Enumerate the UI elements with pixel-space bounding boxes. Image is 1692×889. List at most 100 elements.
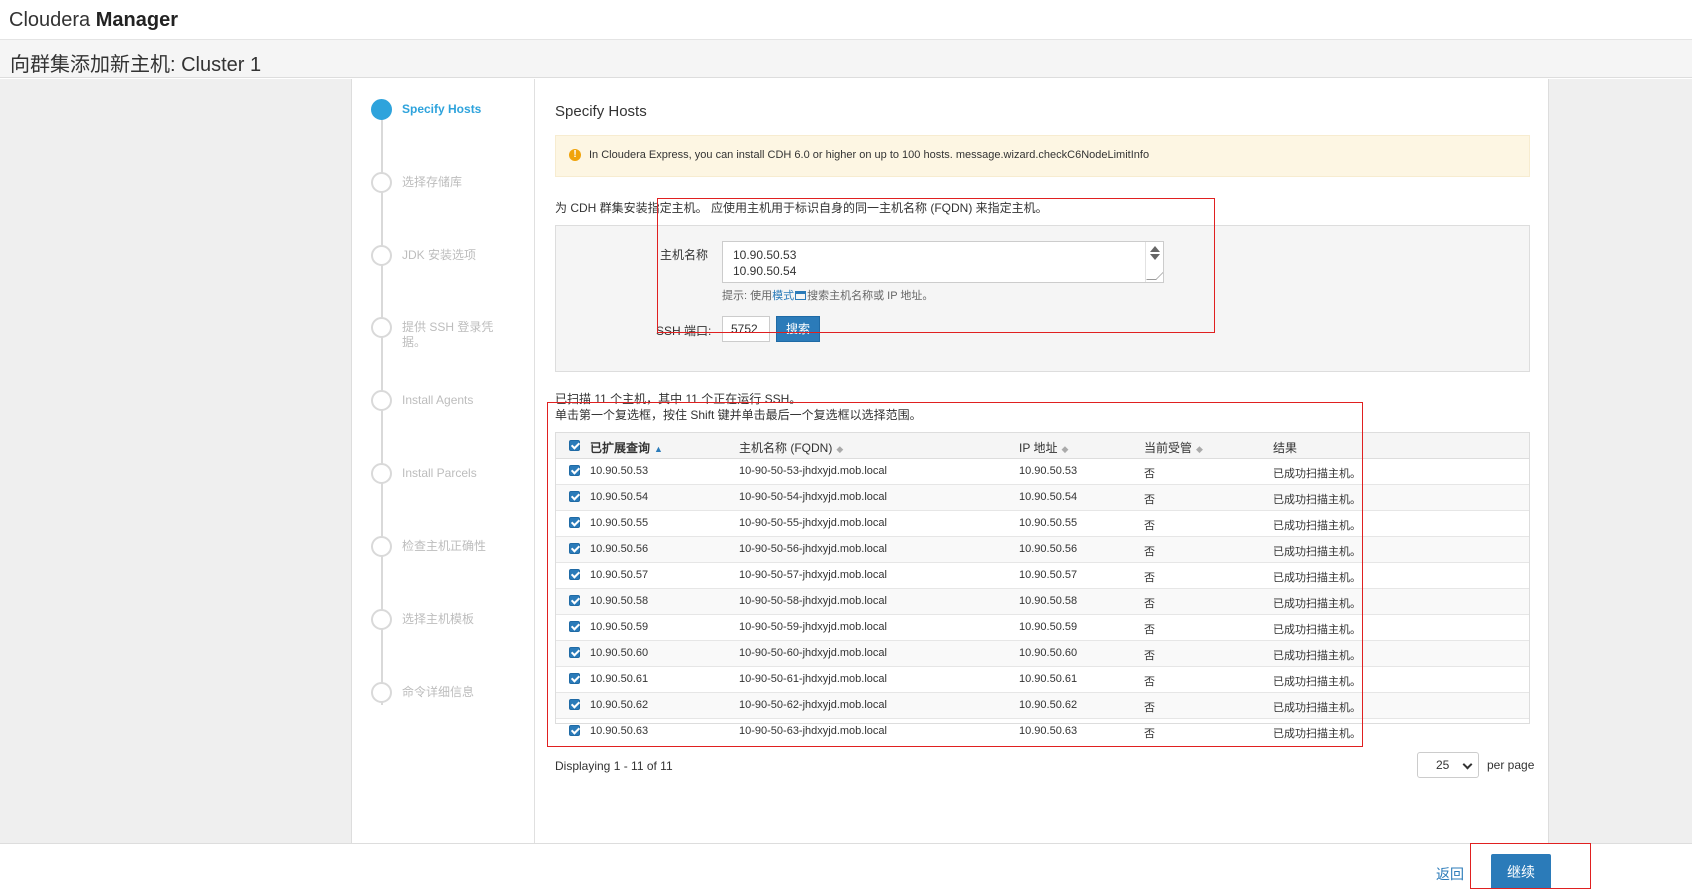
cell-query: 10.90.50.58 [590, 595, 649, 607]
cell-result: 已成功扫描主机。 [1273, 572, 1361, 584]
cell-result: 已成功扫描主机。 [1273, 702, 1361, 714]
col-fqdn[interactable]: 主机名称 (FQDN) ◆ [739, 439, 843, 456]
table-header: 已扩展查询 ▲ 主机名称 (FQDN) ◆ IP 地址 ◆ 当前受管 ◆ 结果 [556, 433, 1529, 459]
wizard-step[interactable]: Install Agents [371, 390, 531, 430]
scroll-down-icon[interactable] [1150, 254, 1160, 260]
step-label: Install Agents [402, 393, 474, 407]
table-row[interactable]: 10.90.50.63 10-90-50-63-jhdxyjd.mob.local… [556, 719, 1529, 745]
cell-result: 已成功扫描主机。 [1273, 494, 1361, 506]
intro-text: 为 CDH 群集安装指定主机。 应使用主机用于标识自身的同一主机名称 (FQDN… [555, 201, 1048, 215]
step-label: Specify Hosts [402, 102, 482, 116]
cell-query: 10.90.50.62 [590, 699, 649, 711]
row-checkbox[interactable] [569, 517, 580, 528]
cell-query: 10.90.50.53 [590, 465, 649, 477]
warning-icon: ! [569, 149, 581, 161]
cell-result: 已成功扫描主机。 [1273, 546, 1361, 558]
table-row[interactable]: 10.90.50.61 10-90-50-61-jhdxyjd.mob.local… [556, 667, 1529, 693]
ssh-port-input[interactable]: 5752 [722, 316, 770, 342]
cell-managed: 否 [1144, 624, 1155, 636]
table-row[interactable]: 10.90.50.55 10-90-50-55-jhdxyjd.mob.local… [556, 511, 1529, 537]
wizard-step[interactable]: Install Parcels [371, 463, 531, 503]
cell-query: 10.90.50.60 [590, 647, 649, 659]
window-icon[interactable] [795, 291, 807, 300]
row-checkbox[interactable] [569, 725, 580, 736]
table-row[interactable]: 10.90.50.56 10-90-50-56-jhdxyjd.mob.local… [556, 537, 1529, 563]
wizard-step[interactable]: JDK 安装选项 [371, 245, 531, 285]
row-checkbox[interactable] [569, 543, 580, 554]
displaying-count: Displaying 1 - 11 of 11 [555, 759, 673, 773]
step-label: 选择主机模板 [402, 612, 475, 626]
step-dot-icon [371, 99, 392, 120]
table-row[interactable]: 10.90.50.60 10-90-50-60-jhdxyjd.mob.local… [556, 641, 1529, 667]
hostname-line: 10.90.50.53 [733, 248, 797, 262]
wizard-step[interactable]: Specify Hosts [371, 99, 531, 139]
cell-query: 10.90.50.59 [590, 621, 649, 633]
pattern-link[interactable]: 模式 [772, 290, 794, 302]
cloudera-manager-logo[interactable]: Cloudera Manager [9, 9, 178, 32]
cell-result: 已成功扫描主机。 [1273, 468, 1361, 480]
cell-managed: 否 [1144, 572, 1155, 584]
cell-ip: 10.90.50.53 [1019, 465, 1078, 477]
cell-fqdn: 10-90-50-55-jhdxyjd.mob.local [739, 517, 887, 529]
cell-ip: 10.90.50.58 [1019, 595, 1078, 607]
title-bar: 向群集添加新主机: Cluster 1 [0, 40, 1692, 78]
scroll-up-icon[interactable] [1150, 246, 1160, 252]
hostnames-textarea[interactable]: 10.90.50.53 10.90.50.5410.90.50.55 [722, 241, 1164, 283]
table-row[interactable]: 10.90.50.58 10-90-50-58-jhdxyjd.mob.local… [556, 589, 1529, 615]
col-expanded-query[interactable]: 已扩展查询 ▲ [590, 439, 663, 456]
textarea-scrollbar[interactable] [1145, 242, 1163, 282]
table-row[interactable]: 10.90.50.53 10-90-50-53-jhdxyjd.mob.local… [556, 459, 1529, 485]
col-managed[interactable]: 当前受管 ◆ [1144, 439, 1203, 456]
cell-query: 10.90.50.61 [590, 673, 649, 685]
table-row[interactable]: 10.90.50.62 10-90-50-62-jhdxyjd.mob.local… [556, 693, 1529, 719]
step-label: JDK 安装选项 [402, 248, 477, 262]
page-title: 向群集添加新主机: Cluster 1 [10, 54, 262, 76]
row-checkbox[interactable] [569, 595, 580, 606]
cell-managed: 否 [1144, 728, 1155, 740]
cell-ip: 10.90.50.61 [1019, 673, 1078, 685]
search-button[interactable]: 搜索 [776, 316, 820, 342]
step-label: 提供 SSH 登录凭据。 [402, 320, 494, 349]
info-alert: ! In Cloudera Express, you can install C… [555, 135, 1530, 177]
row-checkbox[interactable] [569, 465, 580, 476]
row-checkbox[interactable] [569, 621, 580, 632]
row-checkbox[interactable] [569, 673, 580, 684]
host-search-form: 主机名称 10.90.50.53 10.90.50.5410.90.50.55 提… [555, 225, 1530, 372]
cell-query: 10.90.50.55 [590, 517, 649, 529]
sort-icon: ◆ [836, 444, 844, 454]
row-checkbox[interactable] [569, 699, 580, 710]
wizard-step[interactable]: 选择主机模板 [371, 609, 531, 649]
table-row[interactable]: 10.90.50.54 10-90-50-54-jhdxyjd.mob.local… [556, 485, 1529, 511]
cell-fqdn: 10-90-50-58-jhdxyjd.mob.local [739, 595, 887, 607]
wizard-steps: Specify Hosts 选择存储库 JDK 安装选项提供 SSH 登录凭据。 In… [352, 79, 535, 843]
cell-managed: 否 [1144, 676, 1155, 688]
cell-result: 已成功扫描主机。 [1273, 520, 1361, 532]
col-result: 结果 [1273, 441, 1298, 455]
cell-result: 已成功扫描主机。 [1273, 676, 1361, 688]
wizard-panel: Specify Hosts 选择存储库 JDK 安装选项提供 SSH 登录凭据。 In… [351, 79, 1549, 843]
back-button[interactable]: 返回 [1436, 864, 1464, 884]
row-checkbox[interactable] [569, 569, 580, 580]
sort-icon: ◆ [1196, 444, 1203, 454]
col-ip[interactable]: IP 地址 ◆ [1019, 439, 1068, 456]
row-checkbox[interactable] [569, 647, 580, 658]
wizard-step[interactable]: 提供 SSH 登录凭据。 [371, 317, 531, 357]
cell-fqdn: 10-90-50-57-jhdxyjd.mob.local [739, 569, 887, 581]
resize-grip-icon[interactable] [1146, 270, 1163, 280]
select-all-checkbox[interactable] [569, 440, 580, 451]
table-body: 10.90.50.53 10-90-50-53-jhdxyjd.mob.local… [556, 459, 1529, 745]
step-label: Install Parcels [402, 466, 477, 480]
table-row[interactable]: 10.90.50.57 10-90-50-57-jhdxyjd.mob.local… [556, 563, 1529, 589]
cell-ip: 10.90.50.63 [1019, 725, 1078, 737]
step-dot-icon [371, 536, 392, 557]
per-page-select[interactable]: 25 [1417, 752, 1479, 778]
wizard-step[interactable]: 检查主机正确性 [371, 536, 531, 576]
hostname-line: 10.90.50.54 [733, 264, 797, 278]
step-dot-icon [371, 317, 392, 338]
table-row[interactable]: 10.90.50.59 10-90-50-59-jhdxyjd.mob.local… [556, 615, 1529, 641]
step-dot-icon [371, 245, 392, 266]
wizard-step[interactable]: 选择存储库 [371, 172, 531, 212]
row-checkbox[interactable] [569, 491, 580, 502]
wizard-step[interactable]: 命令详细信息 [371, 682, 531, 722]
continue-button[interactable]: 继续 [1491, 854, 1551, 889]
